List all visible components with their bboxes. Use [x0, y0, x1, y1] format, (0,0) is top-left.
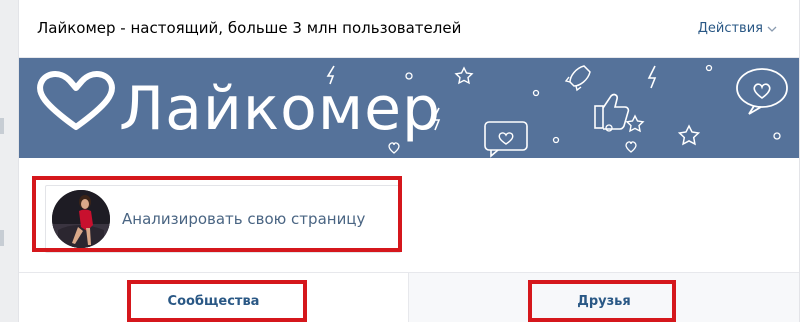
page-title: Лайкомер - настоящий, больше 3 млн польз…	[37, 19, 462, 37]
rocket-icon	[564, 65, 591, 92]
avatar	[52, 190, 110, 248]
analyze-page-button[interactable]: Анализировать свою страницу	[41, 181, 401, 253]
tab-friends[interactable]: Друзья	[409, 273, 799, 322]
edge-marker	[0, 230, 4, 246]
left-edge	[0, 0, 18, 322]
edge-marker	[0, 118, 4, 134]
tab-communities[interactable]: Сообщества	[19, 273, 409, 322]
lightning-icon	[647, 65, 657, 89]
heart-icon	[37, 71, 115, 130]
analyze-label: Анализировать свою страницу	[122, 210, 366, 228]
heart-icon	[388, 142, 400, 154]
tab-friends-label: Друзья	[577, 294, 631, 309]
banner-app-name: Лайкомер	[119, 74, 442, 144]
star-icon	[454, 66, 474, 85]
speech-bubble-heart-icon	[736, 68, 788, 115]
actions-label: Действия	[697, 21, 763, 36]
star-icon	[677, 124, 701, 146]
card-header: Лайкомер - настоящий, больше 3 млн польз…	[19, 0, 799, 58]
star-icon	[625, 114, 645, 133]
chevron-down-icon	[767, 26, 777, 32]
app-banner: Лайкомер	[19, 58, 799, 158]
tab-communities-label: Сообщества	[167, 294, 260, 309]
analyze-card[interactable]: Анализировать свою страницу	[45, 185, 401, 253]
app-card: Лайкомер - настоящий, больше 3 млн польз…	[18, 0, 800, 322]
speech-bubble-heart-icon	[484, 121, 528, 158]
thumbs-up-icon	[594, 93, 630, 130]
heart-icon	[625, 141, 637, 153]
tabs-bar: Сообщества Друзья	[19, 272, 799, 322]
actions-dropdown[interactable]: Действия	[698, 21, 777, 36]
